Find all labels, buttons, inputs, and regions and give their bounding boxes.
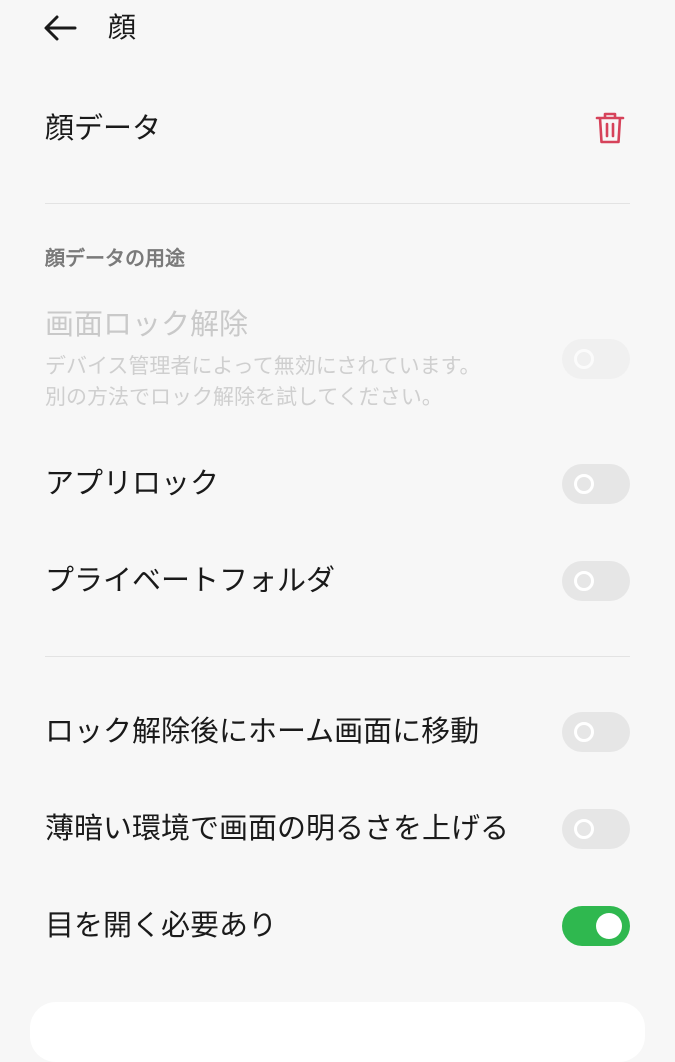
screen-unlock-subtitle-line2: 別の方法でロック解除を試してください。: [45, 385, 443, 409]
eyes-open-title: 目を開く必要あり: [45, 908, 278, 942]
divider: [45, 203, 630, 204]
toggle-knob: [574, 819, 594, 839]
face-data-row: 顔データ: [0, 96, 675, 160]
private-folder-title: プライベートフォルダ: [45, 563, 336, 597]
screen-unlock-subtitle-line1: デバイス管理者によって無効にされています。: [45, 354, 481, 378]
brighten-row[interactable]: 薄暗い環境で画面の明るさを上げる: [0, 805, 675, 855]
toggle-knob: [574, 474, 594, 494]
eyes-open-row[interactable]: 目を開く必要あり: [0, 902, 675, 952]
face-data-label: 顔データ: [45, 111, 162, 145]
private-folder-toggle[interactable]: [562, 561, 630, 601]
toggle-knob: [596, 913, 622, 939]
section-header: 顔データの用途: [45, 246, 185, 270]
toggle-knob: [574, 349, 594, 369]
app-lock-toggle[interactable]: [562, 464, 630, 504]
private-folder-row[interactable]: プライベートフォルダ: [0, 557, 675, 607]
go-home-toggle[interactable]: [562, 712, 630, 752]
divider: [45, 656, 630, 657]
bottom-card: [30, 1002, 645, 1062]
trash-icon: [595, 112, 625, 144]
screen-unlock-row: 画面ロック解除 デバイス管理者によって無効にされています。 別の方法でロック解除…: [0, 300, 675, 420]
brighten-title: 薄暗い環境で画面の明るさを上げる: [45, 811, 510, 845]
back-button[interactable]: [38, 10, 82, 46]
go-home-row[interactable]: ロック解除後にホーム画面に移動: [0, 708, 675, 758]
brighten-toggle[interactable]: [562, 809, 630, 849]
arrow-left-icon: [44, 15, 77, 41]
app-lock-title: アプリロック: [45, 466, 220, 500]
screen-unlock-title: 画面ロック解除: [45, 307, 249, 341]
screen-unlock-toggle: [562, 339, 630, 379]
toggle-knob: [574, 571, 594, 591]
top-app-bar: 顔: [0, 0, 675, 56]
eyes-open-toggle[interactable]: [562, 906, 630, 946]
delete-face-data-button[interactable]: [590, 108, 630, 148]
go-home-title: ロック解除後にホーム画面に移動: [45, 714, 480, 748]
page-title: 顔: [108, 11, 137, 44]
app-lock-row[interactable]: アプリロック: [0, 460, 675, 510]
toggle-knob: [574, 722, 594, 742]
